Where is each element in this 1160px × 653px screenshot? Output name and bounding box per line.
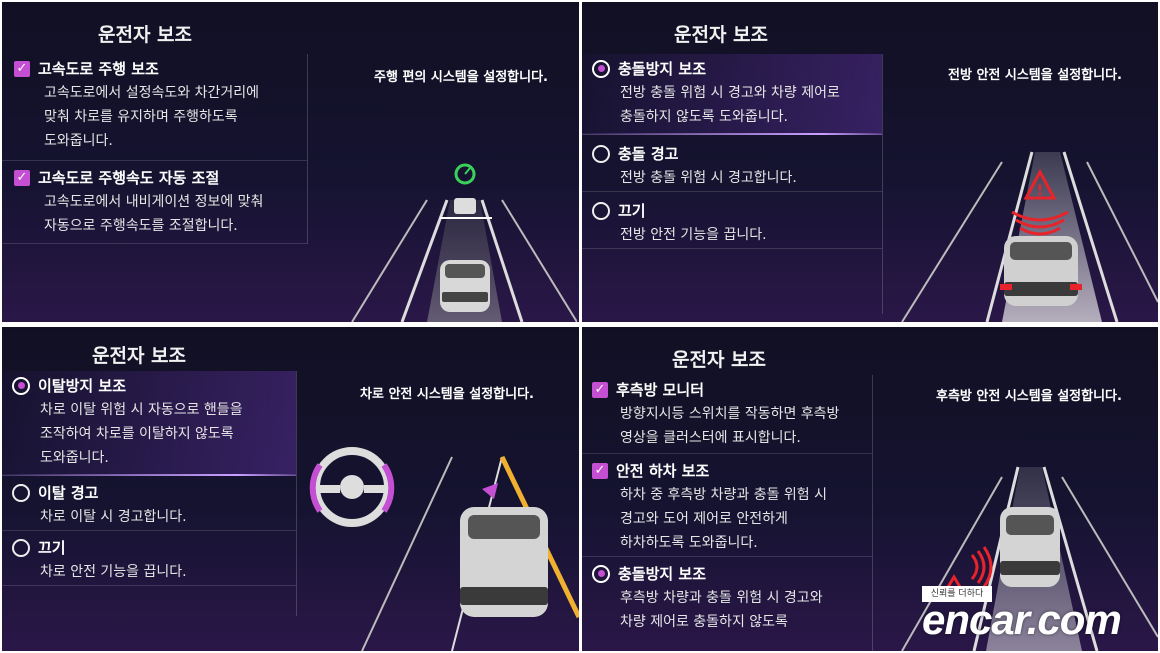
- radio-icon[interactable]: [12, 483, 30, 502]
- option-label: 끄기: [38, 539, 66, 557]
- option-label: 충돌방지 보조: [618, 565, 707, 583]
- page-title: 운전자 보조: [98, 24, 193, 46]
- option-desc: 하차 중 후측방 차량과 충돌 위험 시: [620, 487, 828, 503]
- highway-assist-illustration: [351, 163, 577, 322]
- checkbox-checked-icon[interactable]: ✓: [14, 169, 30, 186]
- svg-text:!: !: [1037, 183, 1043, 199]
- option-label: 고속도로 주행 보조: [38, 60, 159, 78]
- divider: [882, 54, 883, 314]
- lane-keeping-illustration: [309, 447, 579, 651]
- option-desc: 차로 안전 기능을 끕니다.: [40, 564, 187, 580]
- radio-selected-icon[interactable]: [592, 59, 610, 78]
- section-caption: 차로 안전 시스템을 설정합니다.: [360, 387, 534, 402]
- option-label: 후측방 모니터: [616, 381, 705, 399]
- option-highway-driving-assist[interactable]: ✓ 고속도로 주행 보조 고속도로에서 설정속도와 차간거리에 맞춰 차로를 유…: [2, 54, 307, 161]
- option-desc: 영상을 클러스터에 표시합니다.: [620, 430, 801, 446]
- option-desc: 고속도로에서 설정속도와 차간거리에: [44, 85, 259, 101]
- option-desc: 경고와 도어 제어로 안전하게: [620, 511, 788, 527]
- option-lane-departure-warning[interactable]: 이탈 경고 차로 이탈 시 경고합니다.: [2, 476, 296, 531]
- steer-arrow-icon: [482, 483, 498, 499]
- panel-forward-safety: 운전자 보조 충돌방지 보조 전방 충돌 위험 시 경고와 차량 제어로 충돌하…: [582, 2, 1158, 322]
- page-title: 운전자 보조: [672, 349, 767, 371]
- divider: [307, 54, 308, 244]
- option-label: 끄기: [618, 202, 646, 220]
- option-auto-speed-adjust[interactable]: ✓ 고속도로 주행속도 자동 조절 고속도로에서 내비게이션 정보에 맞춰 자동…: [2, 161, 307, 244]
- option-desc: 고속도로에서 내비게이션 정보에 맞춰: [44, 194, 264, 210]
- option-label: 안전 하차 보조: [616, 462, 710, 480]
- panel-lane-safety: 운전자 보조 이탈방지 보조 차로 이탈 위험 시 자동으로 핸들을 조작하여 …: [2, 327, 579, 651]
- checkbox-checked-icon[interactable]: ✓: [592, 462, 608, 479]
- option-label: 이탈 경고: [38, 484, 99, 502]
- option-desc: 방향지시등 스위치를 작동하면 후측방: [620, 406, 840, 422]
- option-forward-collision-avoidance[interactable]: 충돌방지 보조 전방 충돌 위험 시 경고와 차량 제어로 충돌하지 않도록 도…: [582, 54, 882, 135]
- watermark-logo: encar.com: [922, 596, 1122, 643]
- forward-collision-illustration: !: [901, 151, 1158, 322]
- option-desc: 차로 이탈 위험 시 자동으로 핸들을: [40, 402, 243, 418]
- option-blind-spot-monitor[interactable]: ✓ 후측방 모니터 방향지시등 스위치를 작동하면 후측방 영상을 클러스터에 …: [582, 375, 872, 454]
- radio-icon[interactable]: [12, 538, 30, 557]
- page-title: 운전자 보조: [92, 345, 187, 367]
- option-desc: 맞춰 차로를 유지하며 주행하도록: [44, 109, 238, 125]
- option-desc: 도와줍니다.: [40, 450, 109, 466]
- option-label: 이탈방지 보조: [38, 377, 127, 395]
- divider: [872, 375, 873, 651]
- option-desc: 후측방 차량과 충돌 위험 시 경고와: [620, 590, 823, 606]
- checkbox-checked-icon[interactable]: ✓: [592, 381, 608, 398]
- radio-selected-icon[interactable]: [12, 376, 30, 395]
- option-desc: 전방 충돌 위험 시 경고와 차량 제어로: [620, 85, 840, 101]
- option-forward-collision-warning[interactable]: 충돌 경고 전방 충돌 위험 시 경고합니다.: [582, 135, 882, 192]
- option-desc: 하차하도록 도와줍니다.: [620, 535, 758, 551]
- section-caption: 전방 안전 시스템을 설정합니다.: [948, 68, 1122, 83]
- option-label: 고속도로 주행속도 자동 조절: [38, 169, 220, 187]
- option-blind-spot-collision-avoidance[interactable]: 충돌방지 보조 후측방 차량과 충돌 위험 시 경고와 차량 제어로 충돌하지 …: [582, 557, 872, 633]
- radio-selected-icon[interactable]: [592, 564, 610, 583]
- section-caption: 후측방 안전 시스템을 설정합니다.: [936, 389, 1122, 404]
- option-desc: 도와줍니다.: [44, 133, 113, 149]
- option-label: 충돌 경고: [618, 145, 679, 163]
- option-lane-keeping-assist[interactable]: 이탈방지 보조 차로 이탈 위험 시 자동으로 핸들을 조작하여 차로를 이탈하…: [2, 371, 296, 476]
- section-caption: 주행 편의 시스템을 설정합니다.: [374, 70, 548, 85]
- panel-highway-assist: 운전자 보조 ✓ 고속도로 주행 보조 고속도로에서 설정속도와 차간거리에 맞…: [2, 2, 579, 322]
- option-label: 충돌방지 보조: [618, 60, 707, 78]
- option-desc: 차로 이탈 시 경고합니다.: [40, 509, 187, 525]
- option-lane-off[interactable]: 끄기 차로 안전 기능을 끕니다.: [2, 531, 296, 586]
- divider: [296, 371, 297, 616]
- option-forward-off[interactable]: 끄기 전방 안전 기능을 끕니다.: [582, 192, 882, 249]
- radio-icon[interactable]: [592, 144, 610, 163]
- page-title: 운전자 보조: [674, 24, 769, 46]
- option-desc: 차량 제어로 충돌하지 않도록: [620, 614, 788, 630]
- option-desc: 전방 안전 기능을 끕니다.: [620, 227, 767, 243]
- option-desc: 자동으로 주행속도를 조절합니다.: [44, 218, 238, 234]
- option-desc: 전방 충돌 위험 시 경고합니다.: [620, 170, 797, 186]
- radio-icon[interactable]: [592, 201, 610, 220]
- checkbox-checked-icon[interactable]: ✓: [14, 60, 30, 77]
- option-safe-exit-assist[interactable]: ✓ 안전 하차 보조 하차 중 후측방 차량과 충돌 위험 시 경고와 도어 제…: [582, 454, 872, 557]
- option-desc: 충돌하지 않도록 도와줍니다.: [620, 109, 788, 125]
- option-desc: 조작하여 차로를 이탈하지 않도록: [40, 426, 234, 442]
